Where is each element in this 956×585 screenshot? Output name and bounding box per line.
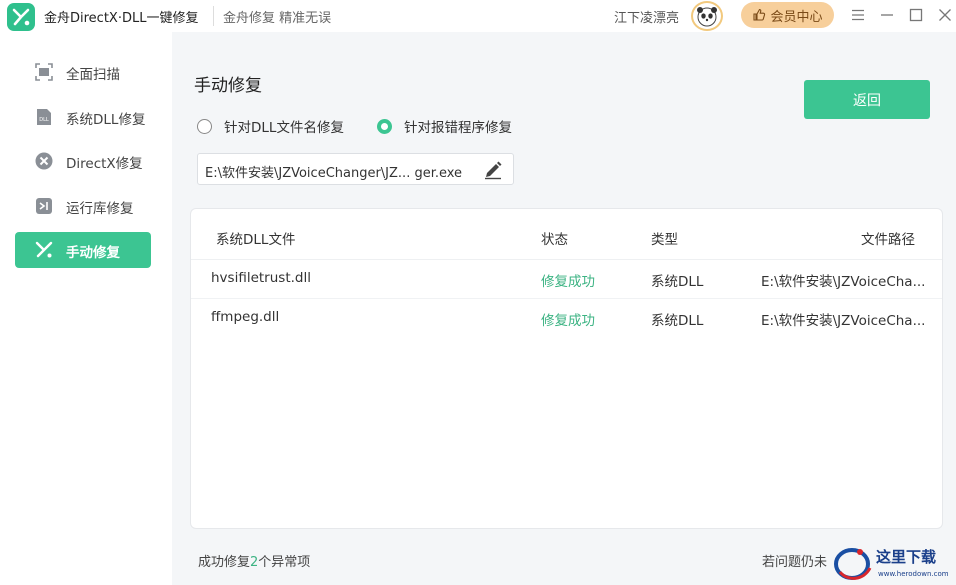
svg-text:DLL: DLL: [39, 117, 49, 123]
panda-avatar-icon: [697, 7, 717, 27]
app-logo-icon: [7, 3, 35, 31]
watermark-text: 这里下载: [876, 548, 936, 566]
maximize-icon[interactable]: [907, 5, 925, 25]
radio-label: 针对DLL文件名修复: [224, 120, 344, 136]
directx-icon: [35, 152, 53, 170]
cell-status: 修复成功: [541, 313, 595, 329]
close-icon[interactable]: [936, 5, 954, 25]
cell-file: ffmpeg.dll: [211, 309, 280, 325]
title-bar: 金舟DirectX·DLL一键修复 金舟修复 精准无误 江下凌漂亮 会员中心: [0, 0, 956, 32]
dll-file-icon: DLL: [35, 108, 53, 126]
sidebar-item-system-dll[interactable]: DLL 系统DLL修复: [15, 99, 151, 135]
radio-circle[interactable]: [197, 118, 212, 134]
column-header-dll-file: 系统DLL文件: [216, 232, 296, 248]
back-button[interactable]: 返回: [804, 80, 930, 119]
column-header-file-path: 文件路径: [861, 232, 915, 248]
radio-error-program-repair[interactable]: 针对报错程序修复: [377, 116, 512, 136]
dll-result-table: 系统DLL文件 状态 类型 文件路径 hvsifiletrust.dll 修复成…: [190, 208, 943, 529]
table-row[interactable]: hvsifiletrust.dll 修复成功 系统DLL E:\软件安装\JZV…: [191, 260, 942, 298]
sidebar-item-label: 系统DLL修复: [66, 112, 146, 128]
cell-type: 系统DLL: [651, 313, 704, 329]
table-row[interactable]: ffmpeg.dll 修复成功 系统DLL E:\软件安装\JZVoiceCha…: [191, 299, 942, 337]
title-divider: [213, 6, 214, 26]
column-header-type: 类型: [651, 232, 678, 248]
sidebar-item-label: 全面扫描: [66, 67, 120, 83]
app-slogan: 金舟修复 精准无误: [223, 11, 332, 26]
vip-center-label: 会员中心: [770, 9, 823, 25]
cell-status: 修复成功: [541, 274, 595, 290]
cell-path: E:\软件安装\JZVoiceCha...: [761, 313, 926, 329]
avatar[interactable]: [691, 1, 723, 31]
sidebar-item-manual-repair[interactable]: 手动修复: [15, 232, 151, 268]
radio-circle[interactable]: [377, 118, 392, 134]
sidebar-item-directx[interactable]: DirectX修复: [15, 143, 151, 179]
thumbs-up-icon: [753, 8, 766, 21]
runtime-icon: [35, 197, 53, 215]
program-path-value: E:\软件安装\JZVoiceChanger\JZ... ger.exe: [205, 166, 463, 181]
sidebar: 全面扫描 DLL 系统DLL修复 DirectX修复 运行库修复 手动修复: [0, 32, 172, 585]
app-title: 金舟DirectX·DLL一键修复: [44, 11, 199, 26]
sidebar-item-label: 运行库修复: [66, 201, 134, 217]
radio-label: 针对报错程序修复: [404, 120, 512, 136]
help-text[interactable]: 若问题仍未: [762, 551, 827, 570]
watermark-logo: 这里下载 www.herodown.com: [830, 540, 956, 585]
minimize-icon[interactable]: [878, 5, 896, 25]
menu-icon[interactable]: [849, 5, 867, 25]
main-panel: 手动修复 返回 针对DLL文件名修复 针对报错程序修复 E:\软件安装\JZVo…: [172, 32, 956, 585]
page-title: 手动修复: [194, 76, 262, 96]
sidebar-item-label: 手动修复: [66, 245, 120, 261]
repair-summary: 成功修复2个异常项: [198, 551, 310, 570]
summary-suffix: 个异常项: [258, 555, 311, 570]
edit-pencil-icon[interactable]: [483, 160, 503, 180]
cell-file: hvsifiletrust.dll: [211, 270, 311, 286]
watermark-url: www.herodown.com: [878, 570, 949, 578]
vip-center-button[interactable]: 会员中心: [741, 2, 834, 28]
cell-type: 系统DLL: [651, 274, 704, 290]
column-header-status: 状态: [541, 232, 568, 248]
scan-icon: [35, 63, 53, 81]
sidebar-item-label: DirectX修复: [66, 156, 143, 172]
cell-path: E:\软件安装\JZVoiceCha...: [761, 274, 926, 290]
summary-prefix: 成功修复: [198, 555, 251, 570]
program-path-field[interactable]: E:\软件安装\JZVoiceChanger\JZ... ger.exe: [197, 153, 514, 185]
sidebar-item-runtime[interactable]: 运行库修复: [15, 188, 151, 224]
tools-icon: [35, 241, 53, 259]
sidebar-item-full-scan[interactable]: 全面扫描: [15, 54, 151, 90]
username[interactable]: 江下凌漂亮: [614, 7, 679, 26]
radio-dll-name-repair[interactable]: 针对DLL文件名修复: [197, 116, 344, 136]
